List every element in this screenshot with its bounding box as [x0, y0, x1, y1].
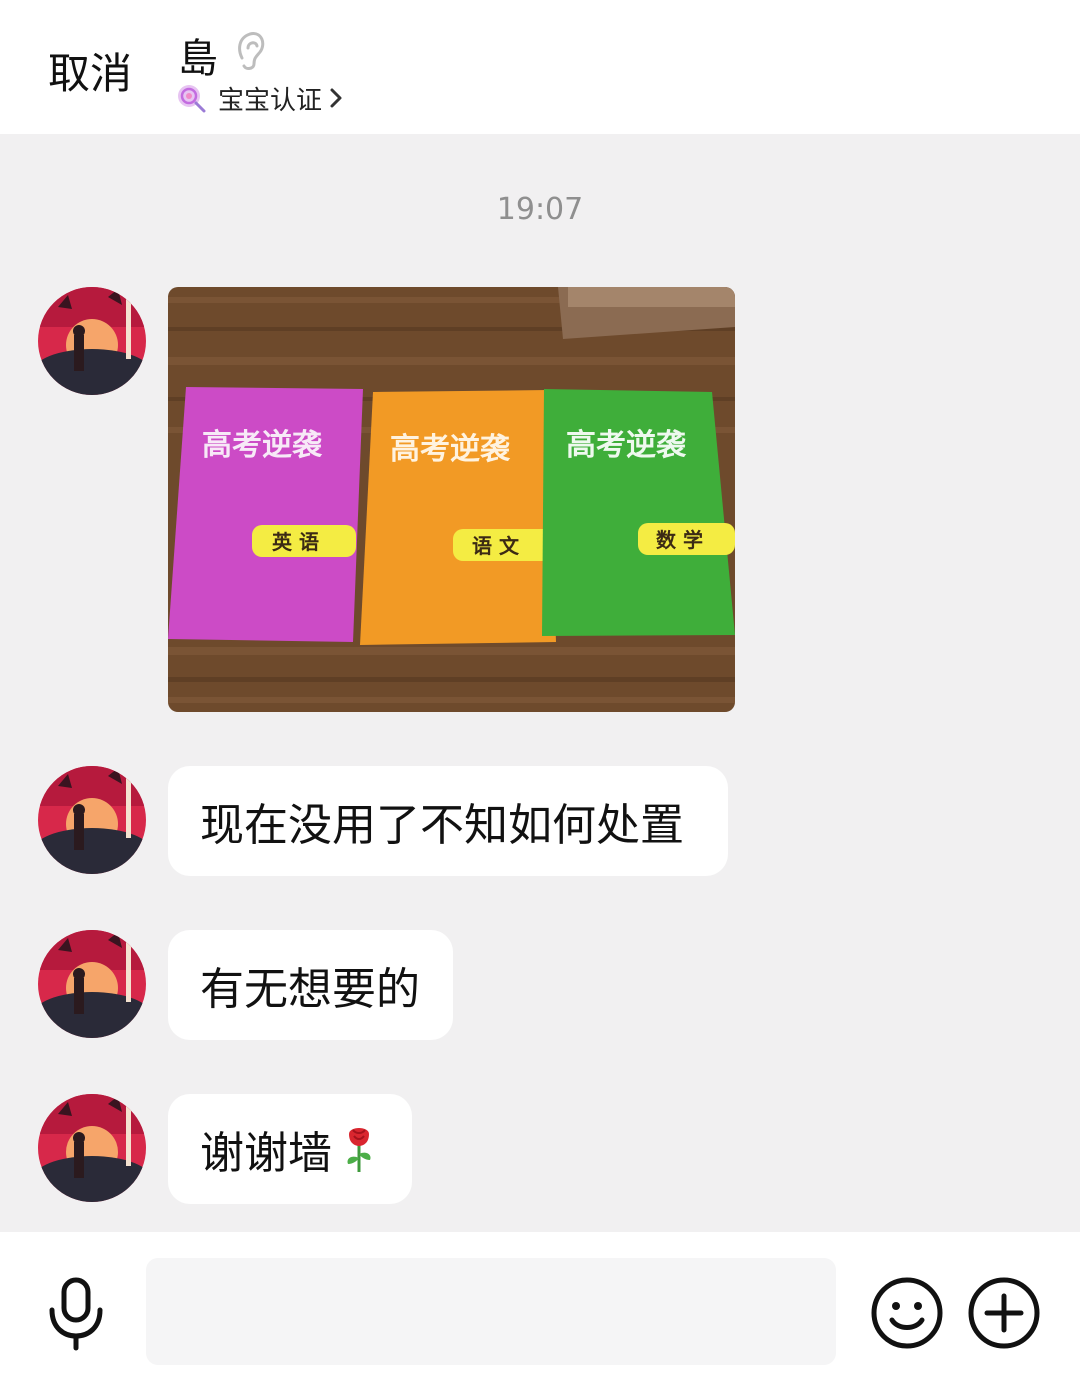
chat-header: 取消 島 宝宝认证 [0, 0, 1080, 134]
message-input[interactable] [146, 1258, 836, 1365]
message-text: 有无想要的 [200, 964, 420, 1015]
book-subject-math: 数 学 [656, 528, 703, 552]
shared-photo[interactable]: 高考逆袭 英 语 高考逆袭 语 文 高考逆袭 数 学 [168, 287, 735, 712]
message-text: 现在没用了不知如何处置 [200, 800, 684, 851]
book-english: 高考逆袭 英 语 [168, 387, 363, 642]
book-subject-english: 英 语 [272, 530, 319, 554]
verify-label: 宝宝认证 [218, 85, 323, 116]
message-bubble[interactable]: 有无想要的 [168, 930, 453, 1040]
book-chinese: 高考逆袭 语 文 [360, 390, 556, 645]
avatar[interactable] [38, 287, 146, 395]
cancel-button[interactable]: 取消 [48, 40, 132, 101]
book-math: 高考逆袭 数 学 [542, 389, 735, 636]
avatar[interactable] [38, 930, 146, 1038]
svg-text:高考逆袭: 高考逆袭 [390, 432, 511, 467]
emoji-icon[interactable] [870, 1276, 944, 1350]
plus-icon[interactable] [967, 1276, 1041, 1350]
contact-name: 島 [178, 36, 218, 82]
microphone-icon[interactable] [44, 1276, 108, 1352]
avatar[interactable] [38, 1094, 146, 1202]
chevron-right-icon [330, 88, 342, 108]
svg-text:高考逆袭: 高考逆袭 [566, 428, 687, 463]
ear-icon[interactable] [232, 28, 270, 72]
message-bubble[interactable]: 现在没用了不知如何处置 [168, 766, 728, 876]
message-timestamp: 19:07 [496, 192, 584, 227]
lollipop-icon [178, 85, 206, 113]
book-subject-chinese: 语 文 [472, 534, 520, 558]
baby-verify-link[interactable]: 宝宝认证 [176, 80, 344, 116]
svg-text:高考逆袭: 高考逆袭 [202, 428, 323, 463]
avatar[interactable] [38, 766, 146, 874]
rose-emoji-icon [347, 1128, 371, 1172]
message-bubble[interactable]: 谢谢墙 [168, 1094, 412, 1204]
message-text: 谢谢墙 [200, 1128, 332, 1179]
